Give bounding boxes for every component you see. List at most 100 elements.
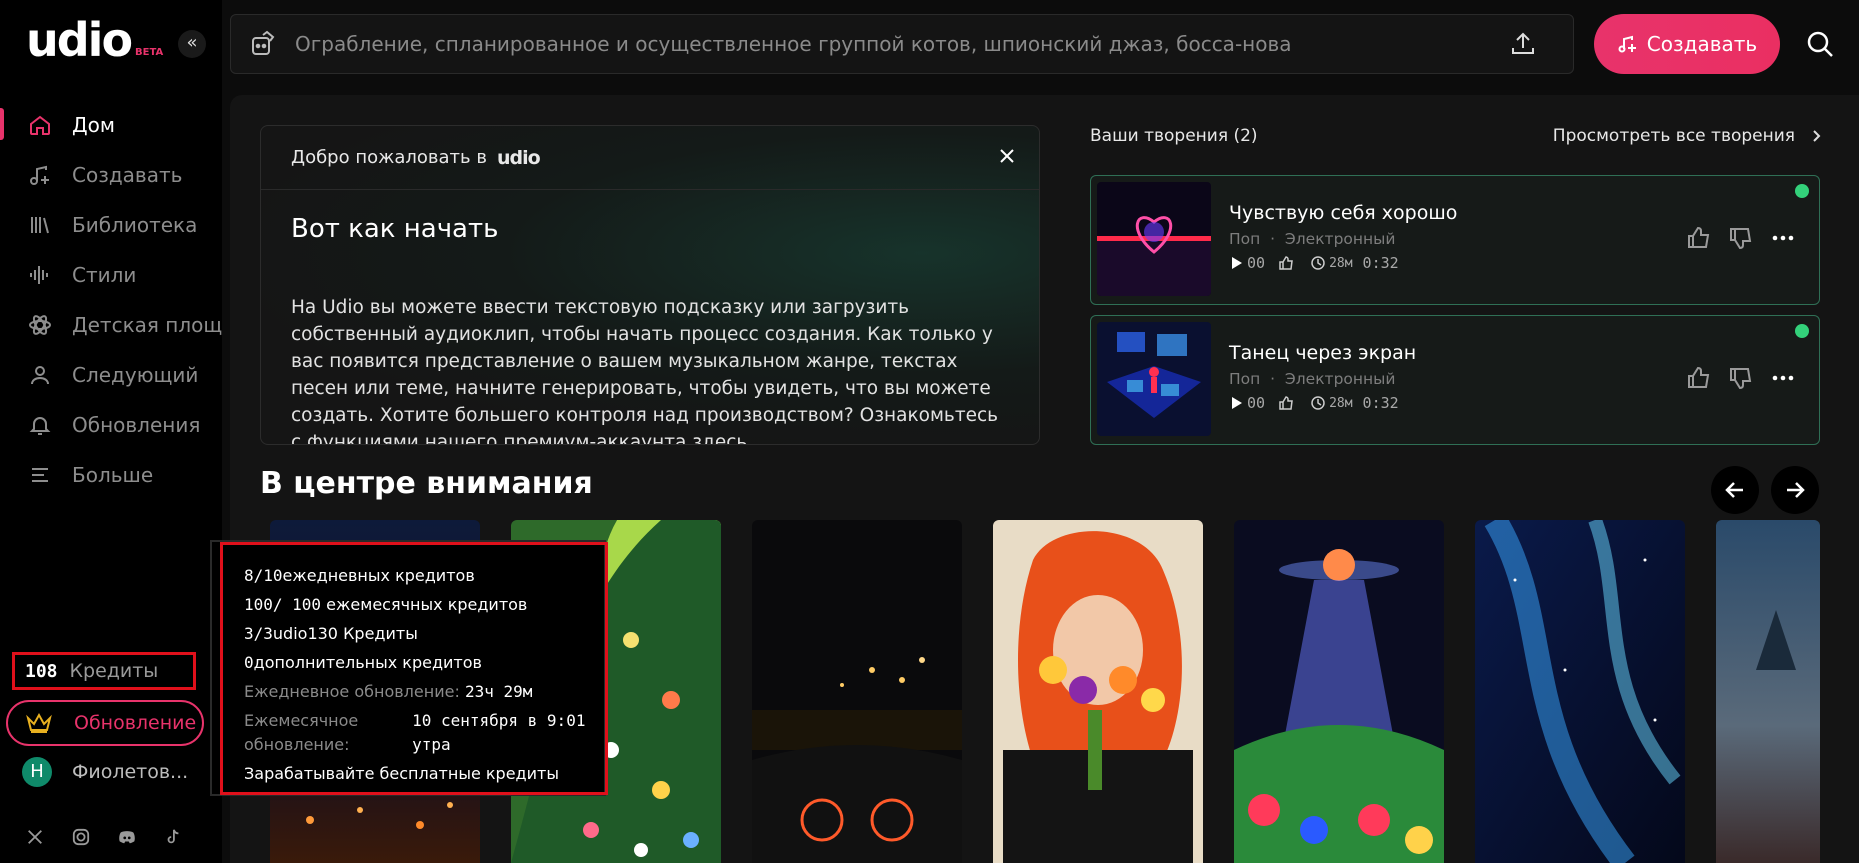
monthly-refresh-row: Ежемесячное обновление: 10 сентября в 9:… <box>244 709 605 759</box>
create-button[interactable]: Создавать <box>1594 14 1780 74</box>
genre-tag[interactable]: Поп <box>1229 230 1260 248</box>
status-dot <box>1795 184 1809 198</box>
sidebar-item-following[interactable]: Следующий <box>0 350 222 400</box>
track-title[interactable]: Танец через экран <box>1229 342 1416 364</box>
track-duration: 0:32 <box>1362 394 1399 412</box>
genre-tag[interactable]: Поп <box>1229 370 1260 388</box>
track-duration: 0:32 <box>1362 254 1399 272</box>
close-icon[interactable] <box>995 144 1019 168</box>
track-stats: 00 28м 0:32 <box>1229 254 1399 272</box>
genre-tag[interactable]: Электронный <box>1285 370 1396 388</box>
more-options-icon[interactable] <box>1771 366 1795 390</box>
thumbs-down-icon[interactable] <box>1729 366 1753 390</box>
upgrade-button[interactable]: Обновление <box>6 700 204 746</box>
track-card[interactable]: Танец через экран Поп · Электронный 00 2… <box>1090 315 1820 445</box>
sidebar-item-label: Следующий <box>72 363 199 387</box>
track-cover[interactable] <box>1097 182 1211 296</box>
spotlight-title: В центре внимания <box>260 466 593 501</box>
instagram-icon[interactable] <box>70 826 92 848</box>
play-count: 00 <box>1247 254 1266 272</box>
tiktok-icon[interactable] <box>162 826 184 848</box>
clock-icon <box>1311 396 1325 410</box>
carousel-next-button[interactable] <box>1771 466 1819 514</box>
user-profile[interactable]: Н Фиолетов... <box>22 757 188 787</box>
clock-icon <box>1311 256 1325 270</box>
library-icon <box>28 213 52 237</box>
udio-logo[interactable]: udio BETA <box>26 13 164 67</box>
avatar: Н <box>22 757 52 787</box>
prompt-input[interactable]: Ограбление, спланированное и осуществлен… <box>295 32 1509 56</box>
premium-link[interactable]: здесь <box>692 432 747 444</box>
prompt-dice-icon[interactable] <box>249 29 279 59</box>
thumbs-up-icon[interactable] <box>1687 226 1711 250</box>
track-title[interactable]: Чувствую себя хорошо <box>1229 202 1457 224</box>
welcome-body: На Udio вы можете ввести текстовую подск… <box>291 294 1011 445</box>
welcome-period: . <box>747 432 754 445</box>
daily-credits-label: ежедневных кредитов <box>282 566 475 585</box>
sidebar-item-playground[interactable]: Детская площадка <box>0 300 222 350</box>
credits-counter[interactable]: 108 Кредиты <box>12 652 196 690</box>
prompt-search-bar[interactable]: Ограбление, спланированное и осуществлен… <box>230 14 1574 74</box>
monthly-credits-row: 100/ 100 ежемесячных кредитов <box>244 590 605 619</box>
music-create-icon <box>1618 35 1636 53</box>
user-icon <box>28 363 52 387</box>
spotlight-card[interactable] <box>993 520 1203 863</box>
upload-icon[interactable] <box>1509 30 1537 58</box>
sidebar: udio BETA « Дом Создавать Библиотека Сти… <box>0 0 222 863</box>
sidebar-item-home[interactable]: Дом <box>0 100 222 150</box>
search-icon[interactable] <box>1806 30 1834 58</box>
udio130-credits-label: udio130 Кредиты <box>272 624 418 643</box>
upgrade-label: Обновление <box>74 712 197 734</box>
sidebar-item-updates[interactable]: Обновления <box>0 400 222 450</box>
sidebar-item-more[interactable]: Больше <box>0 450 222 500</box>
track-card[interactable]: Чувствую себя хорошо Поп · Электронный 0… <box>1090 175 1820 305</box>
sidebar-item-create[interactable]: Создавать <box>0 150 222 200</box>
sidebar-item-label: Обновления <box>72 413 201 437</box>
atom-icon <box>28 313 52 337</box>
spotlight-card[interactable] <box>752 520 962 863</box>
monthly-credits-label: ежемесячных кредитов <box>321 595 528 614</box>
play-icon[interactable] <box>1229 256 1243 270</box>
credits-tooltip: 8/10ежедневных кредитов 100/ 100 ежемеся… <box>210 540 608 796</box>
daily-refresh-row: Ежедневное обновление: 23ч 29м <box>244 677 605 706</box>
play-count: 00 <box>1247 394 1266 412</box>
thumbs-down-icon[interactable] <box>1729 226 1753 250</box>
spotlight-card[interactable] <box>1475 520 1685 863</box>
monthly-credits-value: 100/ 100 <box>244 595 322 614</box>
genre-tag[interactable]: Электронный <box>1285 230 1396 248</box>
create-button-label: Создавать <box>1646 32 1758 56</box>
waveform-icon <box>28 263 52 287</box>
chevron-right-icon <box>1813 130 1821 142</box>
genre-separator: · <box>1260 230 1285 248</box>
spotlight-card[interactable] <box>1234 520 1444 863</box>
play-icon[interactable] <box>1229 396 1243 410</box>
creations-title: Ваши творения (2) <box>1090 126 1258 146</box>
carousel-prev-button[interactable] <box>1711 466 1759 514</box>
earn-free-credits-link[interactable]: Зарабатывайте бесплатные кредиты <box>244 759 605 788</box>
collapse-sidebar-button[interactable]: « <box>178 30 206 58</box>
daily-credits-value: 8/10 <box>244 566 283 585</box>
beta-badge: BETA <box>135 47 164 58</box>
arrow-right-icon <box>1787 482 1805 498</box>
welcome-header: Добро пожаловать в udio <box>261 126 1039 190</box>
sidebar-item-label: Библиотека <box>72 213 198 237</box>
see-all-creations-link[interactable]: Просмотреть все творения <box>1553 126 1823 146</box>
thumbs-up-icon[interactable] <box>1687 366 1711 390</box>
welcome-brand: udio <box>496 146 541 169</box>
daily-refresh-label: Ежедневное обновление: <box>244 682 460 701</box>
credits-label: Кредиты <box>69 660 159 682</box>
track-cover[interactable] <box>1097 322 1211 436</box>
additional-credits-row: 0дополнительных кредитов <box>244 648 605 677</box>
sidebar-item-label: Детская площадка <box>72 313 222 337</box>
x-icon[interactable] <box>24 826 46 848</box>
welcome-text: На Udio вы можете ввести текстовую подск… <box>291 297 999 445</box>
discord-icon[interactable] <box>116 826 138 848</box>
arrow-left-icon <box>1725 482 1743 498</box>
sidebar-item-label: Стили <box>72 263 137 287</box>
logo-wordmark: udio <box>26 13 133 67</box>
genre-separator: · <box>1260 370 1285 388</box>
more-options-icon[interactable] <box>1771 226 1795 250</box>
sidebar-item-styles[interactable]: Стили <box>0 250 222 300</box>
sidebar-item-library[interactable]: Библиотека <box>0 200 222 250</box>
spotlight-card[interactable] <box>1716 520 1820 863</box>
